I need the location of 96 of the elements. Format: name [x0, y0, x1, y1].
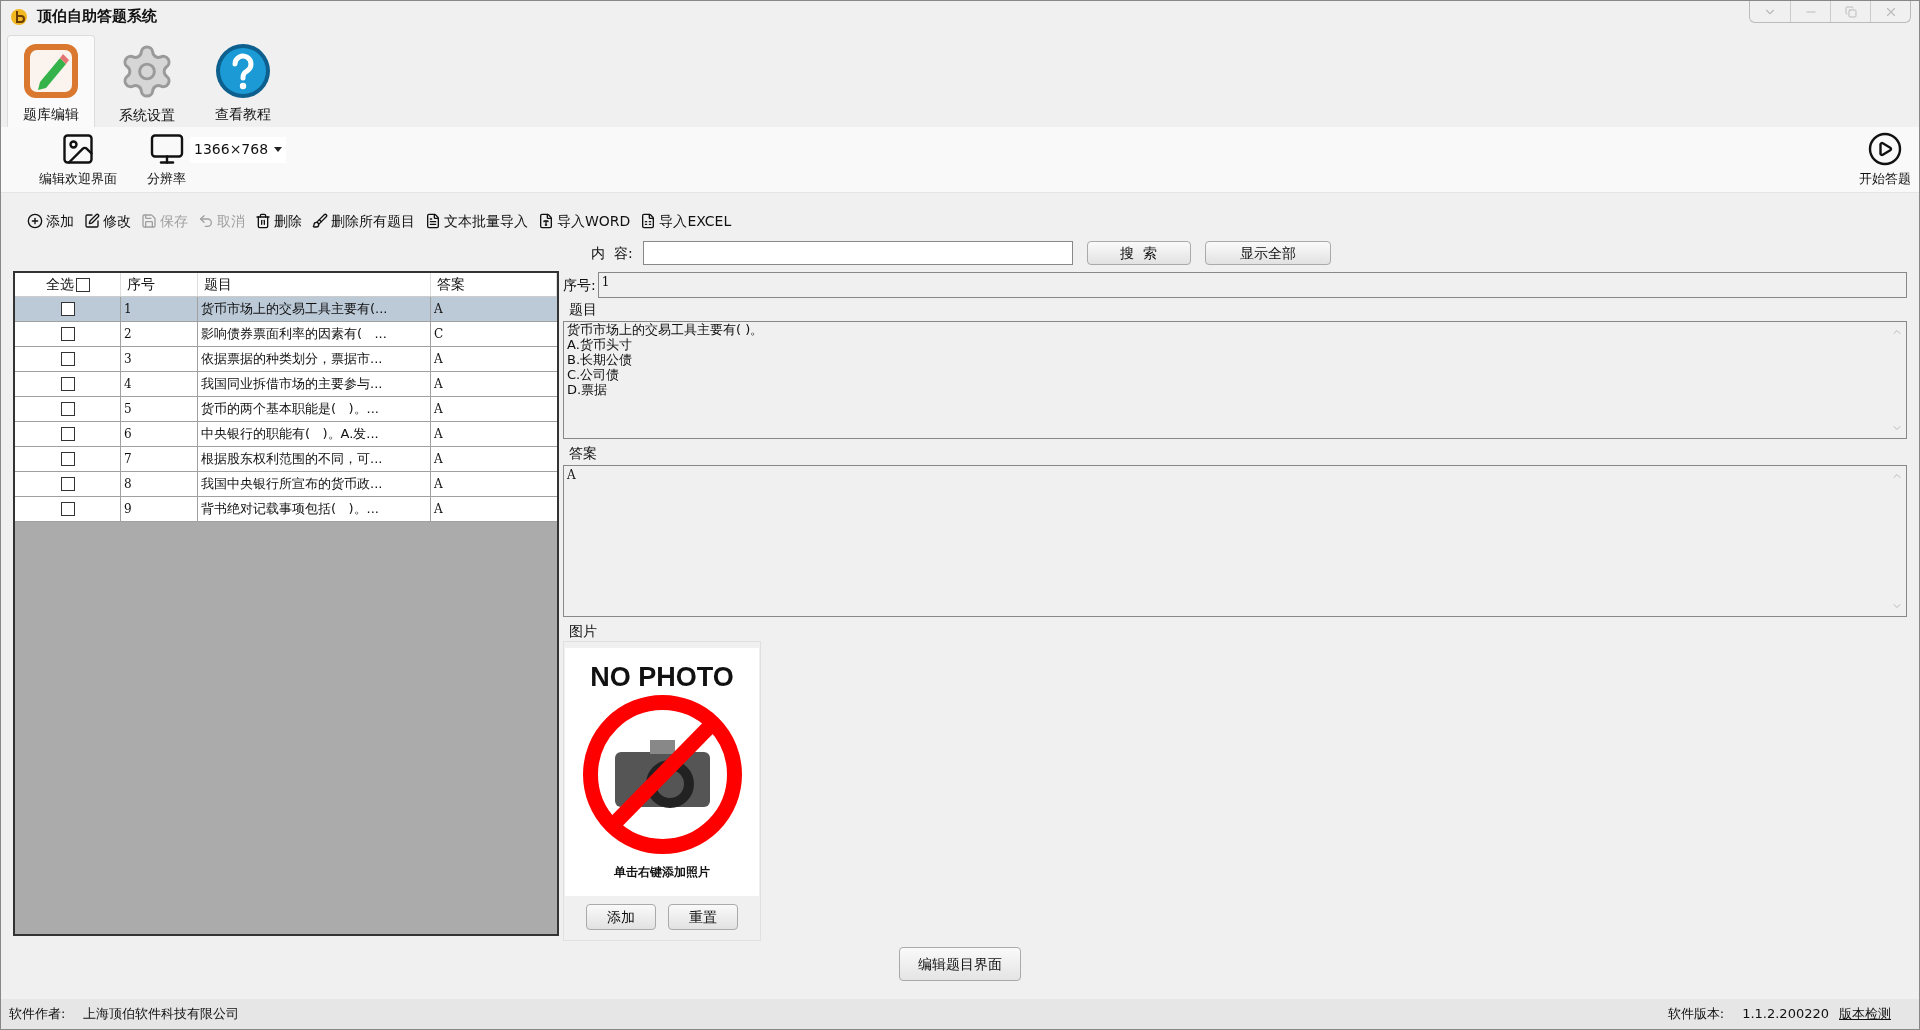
toolbar-button[interactable]: 删除 [255, 210, 302, 232]
checkbox[interactable] [60, 352, 75, 366]
checkbox[interactable] [60, 427, 75, 441]
table-cell: 中央银行的职能有( )。A.发... [198, 422, 431, 446]
version-label: 软件版本: [1667, 1005, 1725, 1024]
table-cell: 背书绝对记载事项包括( )。... [198, 497, 431, 521]
search-button[interactable]: 搜 索 [1086, 241, 1191, 265]
number-label: 序号: [563, 275, 596, 295]
checkbox[interactable] [60, 327, 75, 341]
show-all-button[interactable]: 显示全部 [1204, 241, 1331, 265]
table-cell: 2 [121, 322, 198, 346]
start-quiz-button[interactable]: 开始答题 [1859, 130, 1911, 189]
trash-icon [255, 213, 271, 229]
table-cell-text: C [433, 326, 445, 343]
toolbar-button[interactable]: 导入EXCEL [640, 210, 732, 232]
table-row[interactable]: 7 根据股东权利范围的不同，可... A [15, 447, 557, 472]
table-cell: 5 [121, 397, 198, 421]
toolbar-button[interactable]: 添加 [27, 210, 74, 232]
checkbox[interactable] [60, 477, 75, 491]
table-cell: 6 [121, 422, 198, 446]
author-name: 上海顶伯软件科技有限公司 [83, 1005, 240, 1024]
table-row[interactable]: 6 中央银行的职能有( )。A.发... A [15, 422, 557, 447]
image-button[interactable]: 重置 [668, 904, 738, 930]
app-logo-icon [9, 6, 29, 26]
checkbox[interactable] [60, 377, 75, 391]
dropdown-caret-icon [274, 147, 283, 152]
question-label: 题目 [569, 300, 597, 319]
table-row[interactable]: 4 我国同业拆借市场的主要参与... A [15, 372, 557, 397]
brush-icon [312, 213, 328, 229]
table-row[interactable]: 3 依据票据的种类划分，票据市... A [15, 347, 557, 372]
image-label: 图片 [569, 622, 597, 641]
resolution-dropdown[interactable]: 1366×768 [190, 136, 287, 163]
table-row[interactable]: 9 背书绝对记载事项包括( )。... A [15, 497, 557, 522]
number-field[interactable]: 1 [597, 272, 1907, 298]
table-cell: 依据票据的种类划分，票据市... [198, 347, 431, 371]
column-header[interactable]: 序号 [121, 273, 198, 296]
table-cell-text: A [433, 426, 444, 443]
window-title: 顶伯自助答题系统 [37, 5, 157, 27]
answer-label: 答案 [569, 444, 597, 463]
table-cell: 1 [121, 297, 198, 321]
search-label: 内 容: [591, 243, 633, 263]
pencil-square-icon [84, 213, 100, 229]
no-photo-hint: 单击右键添加照片 [614, 864, 710, 881]
table-cell: 9 [121, 497, 198, 521]
table-row[interactable]: 5 货币的两个基本职能是( )。... A [15, 397, 557, 422]
word-document-icon [538, 213, 554, 229]
ribbon-button[interactable]: 编辑欢迎界面 [31, 130, 125, 189]
checkbox[interactable] [60, 502, 75, 516]
search-field[interactable] [642, 241, 1073, 265]
pencil-notepad-icon [22, 42, 80, 100]
toolbar-button[interactable]: 修改 [84, 210, 131, 232]
table-row[interactable]: 2 影响债券票面利率的因素有( ... C [15, 322, 557, 347]
no-photo-title: NO PHOTO [590, 662, 734, 692]
checkbox[interactable] [60, 402, 75, 416]
table-cell: 根据股东权利范围的不同，可... [198, 447, 431, 471]
edit-question-button[interactable]: 编辑题目界面 [899, 947, 1021, 981]
ribbon-tab[interactable]: 系统设置 [103, 35, 191, 127]
author-label: 软件作者: [9, 1005, 66, 1024]
table-cell-text: A [433, 451, 444, 468]
column-header[interactable]: 全选 [45, 274, 74, 295]
play-icon [1867, 130, 1903, 167]
toolbar-button[interactable]: 删除所有题目 [312, 210, 415, 232]
table-cell: 3 [121, 347, 198, 371]
table-cell-text: A [433, 376, 444, 393]
table-cell-text: A [433, 351, 444, 368]
table-cell-text: A [433, 401, 444, 418]
table-cell: 7 [121, 447, 198, 471]
checkbox[interactable] [60, 302, 75, 316]
table-row[interactable]: 1 货币市场上的交易工具主要有(... A [15, 297, 557, 322]
column-header[interactable]: 答案 [431, 273, 557, 296]
table-cell: 影响债券票面利率的因素有( ... [198, 322, 431, 346]
version-number: 1.1.2.200220 [1742, 1005, 1829, 1024]
table-cell: 货币的两个基本职能是( )。... [198, 397, 431, 421]
table-cell-text: A [433, 301, 444, 318]
version-check-link[interactable]: 版本检测 [1839, 1004, 1891, 1024]
table-cell-text: A [433, 476, 444, 493]
toolbar-button[interactable]: 文本批量导入 [425, 210, 528, 232]
table-cell: 8 [121, 472, 198, 496]
checkbox[interactable] [60, 452, 75, 466]
table-cell: 我国同业拆借市场的主要参与... [198, 372, 431, 396]
ribbon-tab[interactable]: 题库编辑 [7, 35, 95, 127]
undo-arrow-icon [198, 213, 214, 229]
column-header[interactable]: 题目 [198, 273, 431, 296]
table-cell: 我国中央银行所宣布的货币政... [198, 472, 431, 496]
table-cell: 4 [121, 372, 198, 396]
spreadsheet-icon [640, 213, 657, 229]
plus-circle-icon [27, 213, 43, 229]
help-icon [214, 42, 272, 100]
table-cell-text: A [433, 501, 444, 518]
ribbon-tab[interactable]: 查看教程 [199, 35, 287, 127]
table-row[interactable]: 8 我国中央银行所宣布的货币政... A [15, 472, 557, 497]
image-button[interactable]: 添加 [586, 904, 656, 930]
table-cell: 货币市场上的交易工具主要有(... [198, 297, 431, 321]
toolbar-button[interactable]: 导入WORD [538, 210, 631, 232]
checkbox[interactable] [75, 277, 90, 292]
document-icon [425, 213, 441, 229]
